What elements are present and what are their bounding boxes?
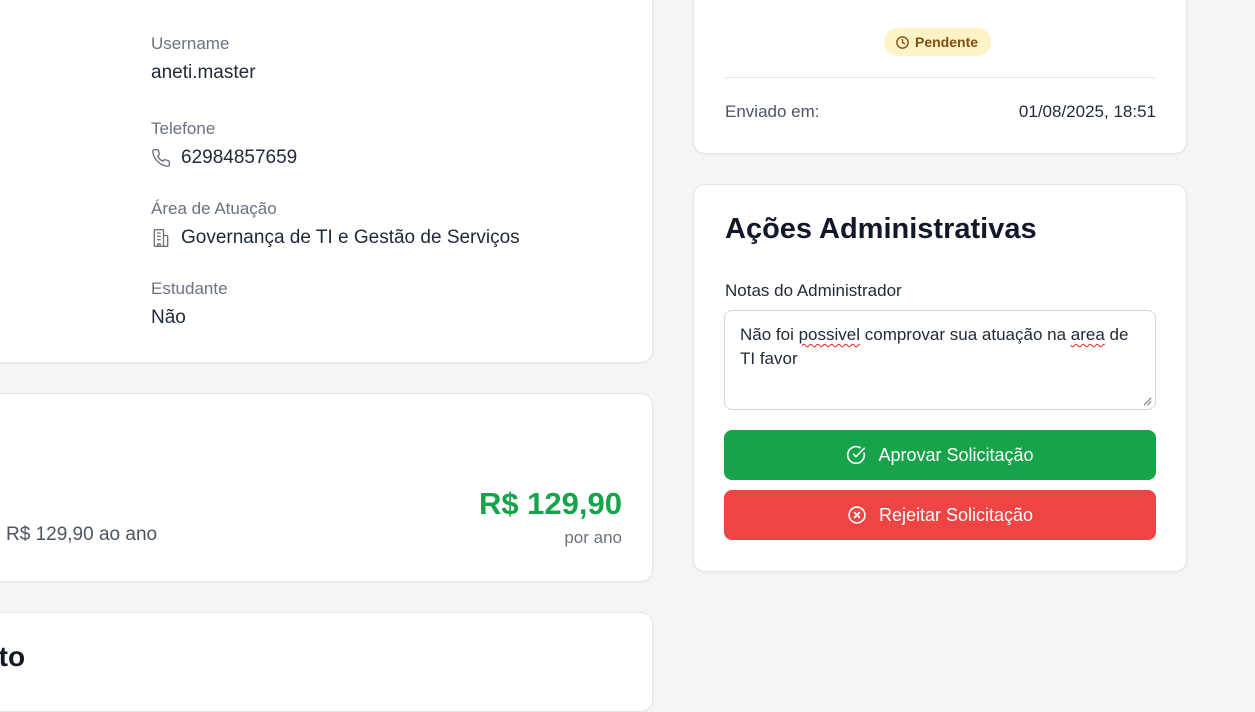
payment-title: ento: [0, 641, 26, 672]
building-icon: [153, 229, 169, 247]
plan-period: por ano: [564, 528, 622, 547]
plan-description: R$ 129,90 ao ano: [6, 524, 158, 545]
area-value: Governança de TI e Gestão de Serviços: [181, 227, 520, 248]
sent-label: Enviado em:: [725, 102, 820, 121]
username-value: aneti.master: [151, 62, 256, 83]
admin-actions-title: Ações Administrativas: [725, 213, 1037, 245]
phone-icon: [152, 148, 171, 167]
clock-icon: [896, 35, 909, 49]
student-label: Estudante: [151, 279, 228, 298]
phone-value: 62984857659: [181, 147, 298, 168]
resize-handle-icon[interactable]: [1143, 397, 1152, 406]
approve-button-label: Aprovar Solicitação: [878, 444, 1034, 465]
notes-text: Não foi: [740, 325, 799, 344]
area-label: Área de Atuação: [151, 199, 277, 218]
notes-misspelled-word: area: [1070, 325, 1105, 344]
notes-misspelled-word: possivel: [798, 325, 861, 344]
status-card: Pendente Enviado em: 01/08/2025, 18:51: [693, 0, 1187, 154]
approve-button[interactable]: Aprovar Solicitação: [724, 430, 1156, 480]
sent-value: 01/08/2025, 18:51: [1018, 102, 1156, 121]
admin-actions-card: Ações Administrativas Notas do Administr…: [693, 184, 1187, 572]
admin-notes-label: Notas do Administrador: [725, 281, 902, 300]
username-label: Username: [151, 34, 230, 53]
x-circle-icon: [848, 506, 866, 524]
divider: [724, 77, 1156, 78]
payment-card: ento: [0, 612, 653, 712]
status-badge: Pendente: [884, 28, 992, 56]
admin-notes-textarea[interactable]: Não foi possivel comprovar sua atuação n…: [724, 310, 1156, 410]
phone-label: Telefone: [151, 119, 216, 138]
profile-card: Username aneti.master Telefone 629848576…: [0, 0, 653, 363]
plan-price: R$ 129,90: [478, 486, 622, 521]
check-circle-icon: [847, 445, 866, 465]
plan-card: R$ 129,90 ao ano R$ 129,90 por ano: [0, 393, 653, 582]
status-badge-label: Pendente: [915, 34, 979, 50]
notes-text: comprovar sua atuação na: [860, 325, 1071, 344]
student-value: Não: [151, 307, 186, 328]
reject-button-label: Rejeitar Solicitação: [878, 504, 1034, 525]
reject-button[interactable]: Rejeitar Solicitação: [724, 490, 1156, 540]
